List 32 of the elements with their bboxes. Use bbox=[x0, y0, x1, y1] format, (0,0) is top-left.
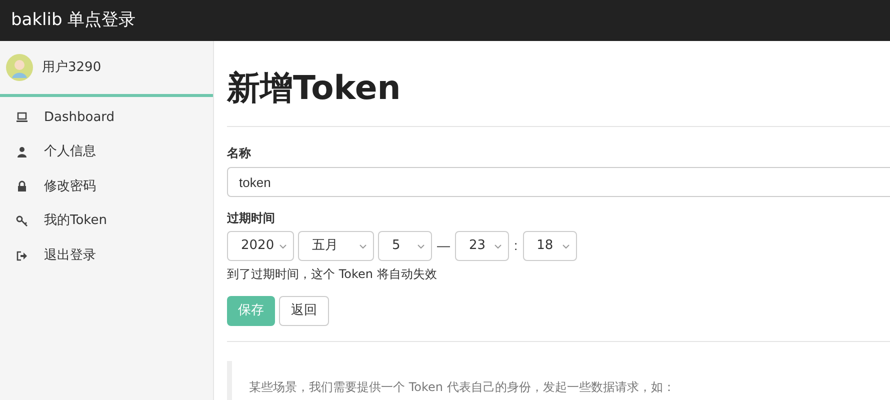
back-button[interactable]: 返回 bbox=[279, 296, 329, 326]
chevron-down-icon bbox=[279, 244, 287, 248]
name-input[interactable]: token bbox=[227, 167, 890, 197]
dropdown[interactable]: 5 bbox=[378, 231, 432, 261]
field-label: 名称 bbox=[227, 145, 252, 162]
chevron-down-icon bbox=[494, 244, 502, 248]
sign-out-icon bbox=[16, 250, 28, 262]
chevron-down-icon bbox=[417, 244, 425, 248]
dropdown[interactable]: 2020 bbox=[227, 231, 294, 261]
separator: — bbox=[436, 237, 451, 256]
sidebar-item[interactable]: 修改密码 bbox=[0, 169, 213, 204]
lock-icon bbox=[16, 180, 28, 192]
app-title[interactable]: baklib 单点登录 bbox=[11, 8, 136, 34]
note-text: 某些场景，我们需要提供一个 Token 代表自己的身份，发起一些数据请求，如： bbox=[249, 380, 675, 394]
field-label: 过期时间 bbox=[227, 210, 276, 227]
chevron-down-icon bbox=[359, 244, 367, 248]
sidebar-item[interactable]: Dashboard bbox=[0, 100, 213, 135]
key-icon bbox=[16, 215, 28, 228]
chevron-down-icon bbox=[562, 244, 570, 248]
page-title: 新增Token bbox=[227, 41, 890, 127]
dropdown[interactable]: 23 bbox=[455, 231, 509, 261]
sidebar-item[interactable]: 个人信息 bbox=[0, 134, 213, 170]
sidebar-item[interactable]: 我的Token bbox=[0, 204, 213, 238]
user-icon bbox=[16, 146, 28, 158]
user-name: 用户3290 bbox=[42, 58, 102, 77]
laptop-icon bbox=[16, 111, 28, 124]
avatar-icon bbox=[6, 54, 33, 81]
hint-text: 到了过期时间，这个 Token 将自动失效 bbox=[227, 266, 438, 283]
dropdown[interactable]: 五月 bbox=[298, 231, 374, 261]
sidebar-item[interactable]: 退出登录 bbox=[0, 238, 213, 273]
dropdown[interactable]: 18 bbox=[522, 231, 577, 261]
separator: : bbox=[513, 237, 519, 256]
